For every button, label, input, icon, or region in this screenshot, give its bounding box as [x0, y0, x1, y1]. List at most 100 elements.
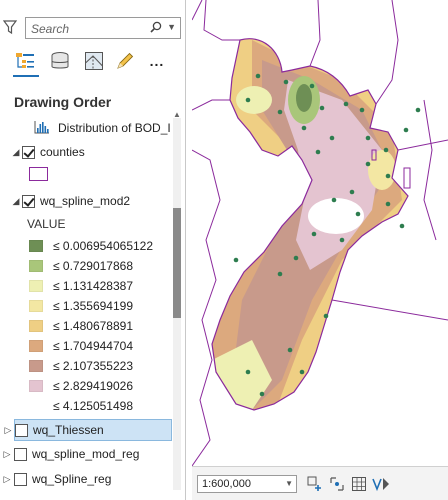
layer-label-distribution: Distribution of BOD_I	[58, 121, 171, 135]
legend-class-label: ≤ 1.355694199	[53, 298, 133, 313]
layer-visibility-checkbox-wq-spline-reg[interactable]	[14, 472, 27, 486]
county-line	[331, 299, 448, 321]
legend-class[interactable]: ≤ 1.480678891	[29, 316, 133, 335]
legend-swatch	[29, 259, 43, 272]
snapping-icon[interactable]	[328, 475, 346, 493]
sample-point	[259, 391, 265, 397]
sample-point	[299, 369, 305, 375]
sample-point	[365, 161, 371, 167]
layer-item-distribution[interactable]: Distribution of BOD_I	[34, 118, 171, 138]
sample-point	[329, 135, 335, 141]
legend-class[interactable]: ≤ 2.107355223	[29, 356, 133, 375]
legend-class-label: ≤ 1.704944704	[53, 338, 133, 353]
county-line	[192, 99, 230, 111]
layer-label-wq-thiessen: wq_Thiessen	[33, 423, 104, 437]
sample-point	[283, 79, 289, 85]
map-canvas[interactable]	[192, 0, 448, 466]
layer-item-wq-spline-mod2[interactable]: ◢ wq_spline_mod2	[10, 191, 131, 211]
legend-class[interactable]: ≤ 1.131428387	[29, 276, 133, 295]
sample-point	[301, 125, 307, 131]
legend-swatch	[29, 319, 43, 332]
sample-point	[355, 211, 361, 217]
expand-arrow-icon[interactable]: ▷	[1, 425, 15, 436]
legend-class[interactable]: ≤ 4.125051498	[29, 396, 133, 415]
active-tab-indicator	[13, 75, 39, 77]
sample-point	[403, 127, 409, 133]
sample-point	[383, 147, 389, 153]
sample-point	[399, 223, 405, 229]
surface-low-inner	[296, 84, 312, 112]
layer-label-wq-spline-mod2: wq_spline_mod2	[40, 194, 131, 208]
sample-point	[349, 189, 355, 195]
list-by-selection-icon[interactable]	[83, 50, 105, 72]
collapse-arrow-icon[interactable]: ◢	[10, 196, 22, 207]
contents-pane: Search ▼ ... Drawing Order Distribution …	[0, 0, 186, 500]
sample-point	[331, 197, 337, 203]
legend-class[interactable]: ≤ 0.729017868	[29, 256, 133, 275]
layer-visibility-checkbox-wq-spline-mod-reg[interactable]	[14, 447, 27, 461]
search-placeholder: Search	[31, 22, 70, 36]
sample-point	[359, 107, 365, 113]
sample-point	[245, 97, 251, 103]
sample-point	[309, 83, 315, 89]
layer-item-wq-spline-reg[interactable]: ▷ wq_Spline_reg	[4, 469, 112, 489]
search-dropdown-icon[interactable]: ▼	[167, 22, 176, 32]
search-input[interactable]: Search ▼	[25, 17, 181, 39]
legend-class[interactable]: ≤ 1.704944704	[29, 336, 133, 355]
layer-item-wq-spline-mod-reg[interactable]: ▷ wq_spline_mod_reg	[4, 444, 140, 464]
legend-class[interactable]: ≤ 2.829419026	[29, 376, 133, 395]
legend-class[interactable]: ≤ 0.006954065122	[29, 236, 153, 255]
surface-band-g	[236, 86, 272, 114]
layer-label-counties: counties	[40, 145, 85, 159]
county-line	[192, 149, 221, 466]
layer-visibility-checkbox-wq-spline-mod2[interactable]	[22, 194, 35, 208]
legend-class-label: ≤ 2.107355223	[53, 358, 133, 373]
list-by-data-source-icon[interactable]	[49, 50, 71, 72]
list-by-drawing-order-icon[interactable]	[14, 50, 36, 72]
county-line	[309, 0, 321, 67]
scrollbar-thumb[interactable]	[173, 208, 181, 318]
more-options-button[interactable]: ...	[146, 50, 168, 72]
layer-visibility-checkbox-wq-thiessen[interactable]	[15, 423, 28, 437]
sample-point	[343, 101, 349, 107]
map-status-bar: 1:600,000 ▼	[192, 466, 448, 500]
search-icon[interactable]	[150, 21, 162, 36]
zoom-to-extent-icon[interactable]	[306, 475, 324, 493]
pause-drawing-icon[interactable]	[372, 475, 390, 493]
legend-swatch	[29, 359, 43, 372]
scale-value: 1:600,000	[202, 478, 251, 490]
legend-class-label: ≤ 4.125051498	[53, 398, 133, 413]
county-line	[397, 139, 448, 151]
legend-class-label: ≤ 2.829419026	[53, 378, 133, 393]
sample-point	[277, 109, 283, 115]
surface-band-f	[352, 240, 402, 300]
counties-symbol[interactable]	[29, 167, 48, 181]
list-by-editing-icon[interactable]	[114, 50, 136, 72]
sample-point	[315, 149, 321, 155]
legend-class-label: ≤ 0.729017868	[53, 258, 133, 273]
grid-icon[interactable]	[350, 475, 368, 493]
layer-visibility-checkbox-counties[interactable]	[22, 145, 35, 159]
legend-class-label: ≤ 1.131428387	[53, 278, 133, 293]
layer-item-counties[interactable]: ◢ counties	[10, 142, 85, 162]
filter-icon[interactable]	[2, 19, 18, 35]
expand-arrow-icon[interactable]: ▷	[0, 474, 14, 485]
sample-point	[415, 107, 421, 113]
legend-class[interactable]: ≤ 1.355694199	[29, 296, 133, 315]
contents-scrollbar[interactable]	[173, 118, 181, 490]
expand-arrow-icon[interactable]: ▷	[0, 449, 14, 460]
scale-selector[interactable]: 1:600,000 ▼	[197, 475, 297, 493]
sample-point	[287, 347, 293, 353]
sample-point	[319, 105, 325, 111]
legend-swatch	[29, 339, 43, 352]
layer-label-wq-spline-mod-reg: wq_spline_mod_reg	[32, 447, 140, 461]
layer-item-wq-thiessen[interactable]: ▷ wq_Thiessen	[5, 419, 172, 441]
collapse-arrow-icon[interactable]: ◢	[10, 147, 22, 158]
sample-point	[245, 369, 251, 375]
map-view[interactable]	[192, 0, 448, 500]
legend-swatch	[29, 379, 43, 392]
pane-heading: Drawing Order	[14, 94, 112, 110]
chevron-down-icon[interactable]: ▼	[285, 479, 293, 488]
layer-label-wq-spline-reg: wq_Spline_reg	[32, 472, 112, 486]
legend-swatch	[29, 279, 43, 292]
